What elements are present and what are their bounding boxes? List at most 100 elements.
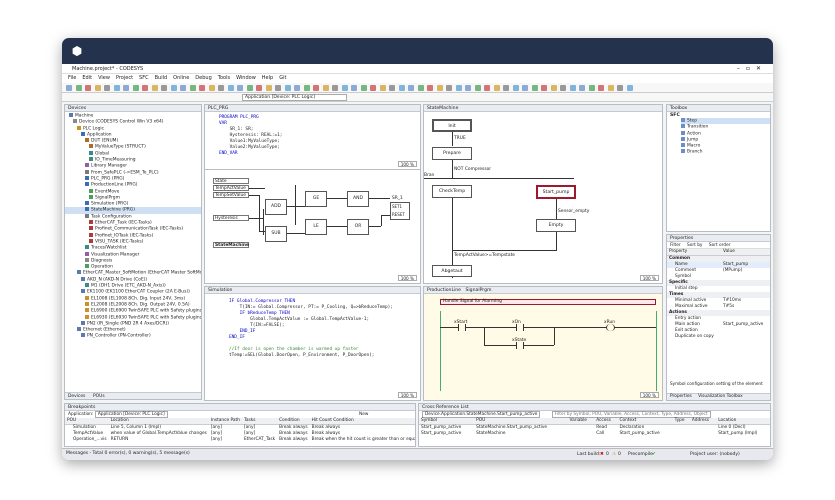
- sort-order-button[interactable]: Sort order: [709, 243, 731, 248]
- toolbar-tool-icon[interactable]: [522, 85, 528, 91]
- device-tree-item[interactable]: PN_Controller (PN-Controller): [65, 333, 201, 339]
- toolbar-tool-icon[interactable]: [341, 85, 348, 91]
- sfc-transition-true[interactable]: TRUE: [454, 136, 466, 141]
- menu-tools[interactable]: Tools: [218, 75, 230, 81]
- toolbar-tool-icon[interactable]: [294, 85, 300, 91]
- toolbar-tool-icon[interactable]: [379, 85, 386, 91]
- sfc-zoom[interactable]: 100 %: [639, 275, 659, 281]
- bp-new-button[interactable]: New: [359, 412, 368, 417]
- ld-contact-xstate[interactable]: [516, 342, 524, 349]
- fbd-var-hysteresis[interactable]: Hysteresis: [213, 215, 249, 221]
- toolbar-tool-icon[interactable]: [322, 85, 329, 91]
- toolbar-tool-icon[interactable]: [417, 85, 424, 91]
- toolbar-tool-icon[interactable]: [332, 85, 338, 91]
- toolbar-tool-icon[interactable]: [389, 85, 395, 91]
- plc-prg-declaration[interactable]: PROGRAM PLC_PRG VAR SR_1: SR; Hysteresis:…: [219, 115, 282, 157]
- toolbar-tool-icon[interactable]: [94, 85, 101, 91]
- toolbar-tool-icon[interactable]: [85, 85, 91, 91]
- property-row[interactable]: Duplicate on copy: [667, 334, 770, 340]
- fbd-or-block[interactable]: OR: [347, 219, 369, 235]
- toolbar-tool-icon[interactable]: [189, 85, 196, 91]
- toolbar-tool-icon[interactable]: [104, 85, 110, 91]
- menu-help[interactable]: Help: [262, 75, 273, 81]
- ld-contact-xon[interactable]: [516, 324, 524, 331]
- toolbar-tool-icon[interactable]: [398, 85, 405, 91]
- sort-by-button[interactable]: Sort by: [687, 243, 702, 248]
- toolbar-tool-icon[interactable]: [503, 85, 509, 91]
- toolbar-tool-icon[interactable]: [579, 85, 585, 91]
- tab-properties[interactable]: Properties: [670, 394, 692, 399]
- fbd-le-block[interactable]: LE: [305, 219, 327, 235]
- toolbar-tool-icon[interactable]: [408, 85, 414, 91]
- sfc-step-init[interactable]: Init: [432, 119, 472, 132]
- menu-project[interactable]: Project: [116, 75, 133, 81]
- fbd-sr-block[interactable]: SET1 RESET: [390, 202, 410, 220]
- device-tree-item[interactable]: EtherCAT_Master_SoftMotion (EtherCAT Mas…: [65, 270, 201, 276]
- xref-path-combo[interactable]: Device.Application.StateMachine.Start_pu…: [422, 411, 541, 418]
- toolbar-tool-icon[interactable]: [256, 85, 262, 91]
- messages-summary[interactable]: Messages - Total 0 error(s), 0 warning(s…: [66, 451, 190, 456]
- toolbar-tool-icon[interactable]: [170, 85, 177, 91]
- toolbar-tool-icon[interactable]: [484, 85, 490, 91]
- toolbar-tool-icon[interactable]: [512, 85, 519, 91]
- menu-git[interactable]: Git: [279, 75, 286, 81]
- toolbar-tool-icon[interactable]: [560, 85, 566, 91]
- toolbar-tool-icon[interactable]: [446, 85, 452, 91]
- toolbar-tool-icon[interactable]: [598, 85, 604, 91]
- toolbar-tool-icon[interactable]: [132, 85, 139, 91]
- tab-visualization-toolbox[interactable]: Visualization Toolbox: [698, 394, 743, 399]
- toolbar-tool-icon[interactable]: [493, 85, 500, 91]
- toolbar-tool-icon[interactable]: [208, 85, 215, 91]
- toolbar-tool-icon[interactable]: [313, 85, 319, 91]
- tab-pous[interactable]: POUs: [93, 394, 105, 399]
- simulation-code[interactable]: IF Global.Compressor THEN T(IN:= Global.…: [229, 299, 393, 359]
- fbd-and-block[interactable]: AND: [347, 191, 369, 207]
- tab-simulation[interactable]: Simulation: [208, 288, 232, 293]
- toolbar-tool-icon[interactable]: [180, 85, 186, 91]
- toolbar-tool-icon[interactable]: [246, 85, 253, 91]
- sfc-transition-sensor-empty[interactable]: Sensor_empty: [558, 209, 589, 214]
- tab-productionline[interactable]: ProductionLine: [427, 288, 461, 293]
- toolbox-item-branch[interactable]: Branch: [681, 149, 770, 155]
- sfc-step-prepare[interactable]: Prepare: [432, 147, 472, 160]
- tab-devices[interactable]: Devices: [68, 394, 85, 399]
- toolbar-tool-icon[interactable]: [237, 85, 243, 91]
- fbd-var-state[interactable]: State: [213, 178, 249, 184]
- toolbar-tool-icon[interactable]: [370, 85, 376, 91]
- toolbar-tool-icon[interactable]: [436, 85, 443, 91]
- sfc-step-empty[interactable]: Empty: [536, 219, 576, 232]
- fbd-var-statemachine[interactable]: StateMachine: [213, 242, 249, 248]
- fbd-add-block[interactable]: ADD: [265, 199, 287, 215]
- toolbar-tool-icon[interactable]: [66, 85, 72, 91]
- filter-button[interactable]: Filter: [670, 243, 681, 248]
- toolbar-tool-icon[interactable]: [265, 85, 272, 91]
- ld-coil-xrun[interactable]: [606, 324, 615, 331]
- toolbar-tool-icon[interactable]: [588, 85, 595, 91]
- toolbar-tool-icon[interactable]: [284, 85, 291, 91]
- toolbar-tool-icon[interactable]: [275, 85, 281, 91]
- ld-contact-xstart[interactable]: [458, 324, 466, 331]
- toolbar-tool-icon[interactable]: [113, 85, 120, 91]
- toolbar-tool-icon[interactable]: [303, 85, 310, 91]
- toolbar-tool-icon[interactable]: [626, 85, 633, 91]
- table-row[interactable]: Operation_...vis RETURN [any] EtherCAT_Task…: [65, 437, 415, 443]
- toolbar-tool-icon[interactable]: [218, 85, 224, 91]
- toolbar-tool-icon[interactable]: [142, 85, 148, 91]
- toolbar-tool-icon[interactable]: [75, 85, 82, 91]
- menu-file[interactable]: File: [68, 75, 76, 81]
- ld-zoom[interactable]: 100 %: [639, 392, 659, 398]
- tab-statemachine[interactable]: StateMachine: [427, 106, 458, 111]
- toolbar-tool-icon[interactable]: [351, 85, 357, 91]
- plc-decl-zoom[interactable]: 100 %: [397, 161, 417, 167]
- sfc-step-start-pump[interactable]: Start_pump: [536, 185, 576, 199]
- plc-fbd-zoom[interactable]: 100 %: [397, 275, 417, 281]
- fbd-var-tempactvalue[interactable]: TempActValue: [213, 185, 249, 191]
- menu-online[interactable]: Online: [173, 75, 189, 81]
- fbd-sub-block[interactable]: SUB: [265, 226, 287, 242]
- bp-app-combo[interactable]: Application [Device: PLC Logic]: [94, 411, 168, 418]
- sfc-transition-tempactvalue[interactable]: TempActValue>=Tempstate: [454, 253, 515, 258]
- simulation-zoom[interactable]: 100 %: [397, 392, 417, 398]
- menu-build[interactable]: Build: [155, 75, 168, 81]
- menu-edit[interactable]: Edit: [82, 75, 92, 81]
- sfc-step-abgetaut[interactable]: Abgetaut: [432, 265, 472, 277]
